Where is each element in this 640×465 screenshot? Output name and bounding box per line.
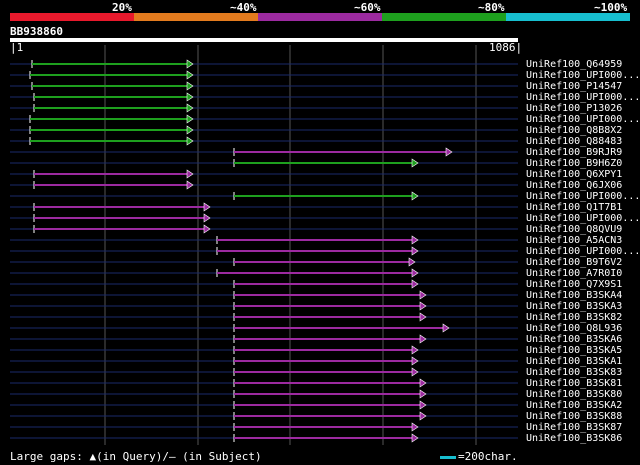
hit-label[interactable]: UniRef100_UPI000... xyxy=(526,92,640,103)
hit-arrow xyxy=(186,169,194,179)
hit-label[interactable]: UniRef100_Q64959 xyxy=(526,59,622,70)
hit-arrow xyxy=(419,400,427,410)
hit-arrow xyxy=(411,279,419,289)
hit-arrow xyxy=(445,147,453,157)
hit-label[interactable]: UniRef100_B3SK82 xyxy=(526,312,622,323)
hit-arrow xyxy=(203,224,211,234)
hit-arrow xyxy=(442,323,450,333)
hit-label[interactable]: UniRef100_B3SK87 xyxy=(526,422,622,433)
hit-arrow xyxy=(411,235,419,245)
hit-label[interactable]: UniRef100_P14547 xyxy=(526,81,622,92)
hit-label[interactable]: UniRef100_B3SKA4 xyxy=(526,290,622,301)
hit-arrow xyxy=(186,81,194,91)
hit-label[interactable]: UniRef100_B9RJR9 xyxy=(526,147,622,158)
gaps-legend: Large gaps: ▲(in Query)/– (in Subject) xyxy=(10,450,262,463)
hit-label[interactable]: UniRef100_B3SK81 xyxy=(526,378,622,389)
hit-label[interactable]: UniRef100_B3SKA1 xyxy=(526,356,622,367)
hit-arrow xyxy=(203,213,211,223)
hit-label[interactable]: UniRef100_B3SKA6 xyxy=(526,334,622,345)
scale-legend: =200char. xyxy=(440,450,518,463)
hit-arrow xyxy=(186,180,194,190)
hit-label[interactable]: UniRef100_A5ACN3 xyxy=(526,235,622,246)
hit-label[interactable]: UniRef100_UPI000... xyxy=(526,246,640,257)
hit-label[interactable]: UniRef100_B3SK83 xyxy=(526,367,622,378)
hit-arrow xyxy=(411,345,419,355)
hit-arrow xyxy=(419,389,427,399)
hit-arrow xyxy=(411,422,419,432)
hit-label[interactable]: UniRef100_B3SKA2 xyxy=(526,400,622,411)
hit-arrow xyxy=(186,114,194,124)
hit-arrow xyxy=(419,411,427,421)
hit-arrow xyxy=(186,136,194,146)
hit-label[interactable]: UniRef100_P13026 xyxy=(526,103,622,114)
hit-arrow xyxy=(411,191,419,201)
hit-arrow xyxy=(419,290,427,300)
hit-label[interactable]: UniRef100_B3SKA5 xyxy=(526,345,622,356)
hit-arrow xyxy=(419,334,427,344)
hit-label[interactable]: UniRef100_Q8L936 xyxy=(526,323,622,334)
hit-arrow xyxy=(411,356,419,366)
hit-label[interactable]: UniRef100_Q6XPY1 xyxy=(526,169,622,180)
hit-arrow xyxy=(408,257,416,267)
scale-bar xyxy=(440,455,456,459)
hit-arrow xyxy=(411,158,419,168)
hit-label[interactable]: UniRef100_Q1T7B1 xyxy=(526,202,622,213)
hit-label[interactable]: UniRef100_UPI000... xyxy=(526,191,640,202)
hit-label[interactable]: UniRef100_B9T6V2 xyxy=(526,257,622,268)
hit-label[interactable]: UniRef100_Q88483 xyxy=(526,136,622,147)
hit-label[interactable]: UniRef100_Q8B8X2 xyxy=(526,125,622,136)
hit-arrow xyxy=(411,433,419,443)
hit-arrow xyxy=(203,202,211,212)
hit-label[interactable]: UniRef100_Q7X9S1 xyxy=(526,279,622,290)
hit-arrow xyxy=(419,312,427,322)
hit-arrow xyxy=(186,70,194,80)
hit-arrow xyxy=(411,246,419,256)
hit-label[interactable]: UniRef100_Q8QVU9 xyxy=(526,224,622,235)
hit-arrow xyxy=(186,59,194,69)
hit-arrow xyxy=(186,125,194,135)
hit-label[interactable]: UniRef100_B3SKA3 xyxy=(526,301,622,312)
hit-label[interactable]: UniRef100_UPI000... xyxy=(526,114,640,125)
scale-label: =200char. xyxy=(458,450,518,463)
hit-arrow xyxy=(411,268,419,278)
hit-label[interactable]: UniRef100_UPI000... xyxy=(526,70,640,81)
hit-label[interactable]: UniRef100_A7R0I0 xyxy=(526,268,622,279)
hit-label[interactable]: UniRef100_B9H6Z0 xyxy=(526,158,622,169)
hit-arrow xyxy=(411,367,419,377)
hit-label[interactable]: UniRef100_B3SK88 xyxy=(526,411,622,422)
hit-arrow xyxy=(186,92,194,102)
hit-arrow xyxy=(186,103,194,113)
hit-label[interactable]: UniRef100_UPI000... xyxy=(526,213,640,224)
hit-arrow xyxy=(419,301,427,311)
hit-label[interactable]: UniRef100_B3SK86 xyxy=(526,433,622,444)
hit-label[interactable]: UniRef100_B3SK80 xyxy=(526,389,622,400)
hit-arrow xyxy=(419,378,427,388)
hit-label[interactable]: UniRef100_Q6JX06 xyxy=(526,180,622,191)
